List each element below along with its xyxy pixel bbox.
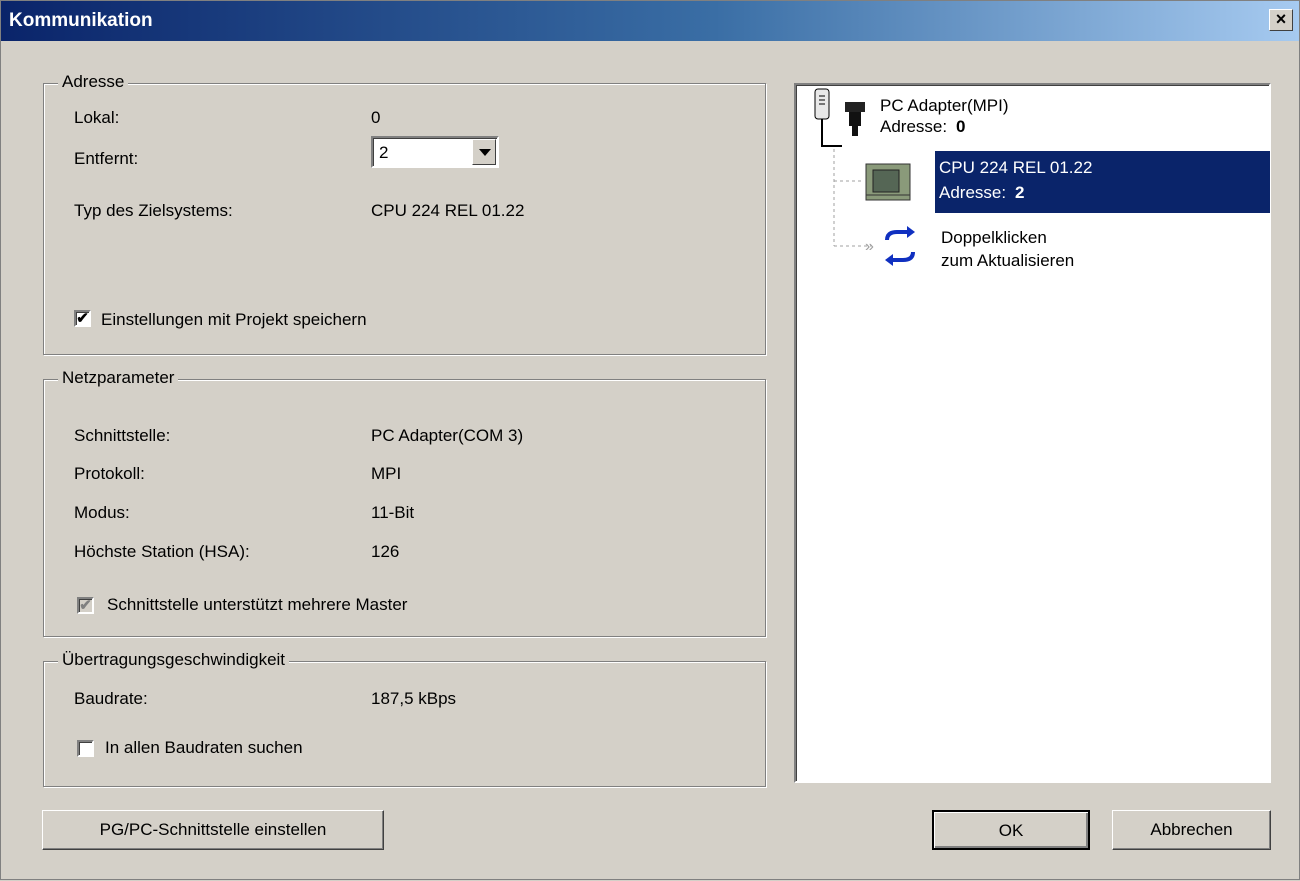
svg-text:»: » [865, 238, 874, 255]
refresh-text-line1[interactable]: Doppelklicken [941, 228, 1047, 248]
cpu-address-value: 2 [1015, 183, 1025, 202]
ok-button[interactable]: OK [932, 810, 1090, 850]
pc-adapter-icon [809, 88, 873, 155]
pc-adapter-name[interactable]: PC Adapter(MPI) [880, 96, 1009, 116]
pgpc-interface-button[interactable]: PG/PC-Schnittstelle einstellen [42, 810, 384, 850]
communication-dialog: Kommunikation × Adresse Lokal: 0 Entfern… [0, 0, 1300, 880]
refresh-icon: » [865, 226, 925, 273]
pc-adapter-address-label: Adresse: [880, 117, 948, 136]
tree-connector-lines [833, 149, 871, 247]
cpu-name: CPU 224 REL 01.22 [939, 158, 1093, 177]
cpu-address-label: Adresse: [939, 183, 1007, 202]
refresh-text-line2[interactable]: zum Aktualisieren [941, 251, 1074, 271]
cpu-icon [863, 161, 913, 208]
pc-adapter-address-value: 0 [956, 117, 966, 136]
cancel-button[interactable]: Abbrechen [1112, 810, 1271, 850]
